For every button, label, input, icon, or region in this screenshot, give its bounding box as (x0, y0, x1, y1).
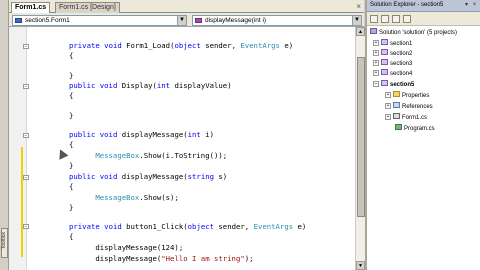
project-icon (381, 59, 388, 65)
class-combo-value: section5.Form1 (25, 17, 70, 24)
code-line: { (69, 232, 74, 241)
tree-item-label: Program.cs (404, 126, 435, 132)
solution-explorer-title: Solution Explorer - section5 ▾ × (367, 0, 480, 12)
toolbox-strip: Toolbox (0, 0, 9, 270)
navigation-bar: section5.Form1 ▼ displayMessage(int i) ▼ (9, 13, 364, 27)
code-line: displayMessage(124); (69, 243, 184, 252)
tree-item-project-active[interactable]: − section5 (373, 80, 414, 89)
tab-form1-cs[interactable]: Form1.cs (11, 2, 51, 13)
tree-item-label: Form1.cs (402, 115, 428, 121)
code-editor[interactable]: − − − − − private void Form1_Load(object… (9, 27, 355, 270)
outline-toggle[interactable]: − (23, 44, 29, 50)
chevron-down-icon[interactable]: ▼ (352, 16, 361, 25)
expand-icon[interactable]: + (373, 70, 379, 76)
tree-item-form1[interactable]: + Form1.cs (385, 113, 427, 122)
pin-icon[interactable]: ▾ (463, 2, 470, 9)
tree-item-label: Solution 'solution' (5 projects) (379, 30, 457, 36)
class-icon (15, 18, 22, 23)
refresh-icon[interactable] (392, 15, 400, 23)
properties-icon[interactable] (370, 15, 378, 23)
expand-icon[interactable]: + (385, 103, 391, 109)
project-icon (381, 80, 388, 86)
collapse-icon[interactable]: − (373, 81, 379, 87)
editor-gutter (9, 27, 27, 270)
expand-icon[interactable]: + (385, 114, 391, 120)
expand-icon[interactable]: + (385, 92, 391, 98)
code-line: displayMessage("Hello I am string"); (69, 254, 254, 263)
code-line: { (69, 91, 74, 100)
outline-toggle[interactable]: − (23, 133, 29, 139)
member-combo-value: displayMessage(int i) (205, 17, 267, 24)
outline-toggle[interactable]: − (23, 175, 29, 181)
mouse-cursor-icon (55, 147, 69, 160)
tree-item-project[interactable]: + section2 (373, 49, 412, 58)
solution-explorer: Solution Explorer - section5 ▾ × Solutio… (367, 0, 480, 270)
tree-item-project[interactable]: + section1 (373, 39, 412, 48)
tree-item-label: section2 (390, 51, 413, 57)
code-line: } (69, 71, 74, 80)
chevron-down-icon[interactable]: ▼ (177, 16, 186, 25)
project-icon (381, 69, 388, 75)
outline-toggle[interactable]: − (23, 224, 29, 230)
scroll-down-icon[interactable]: ▼ (356, 261, 365, 270)
code-line: } (69, 111, 74, 120)
document-tabs: Form1.cs Form1.cs [Design] × (9, 0, 364, 13)
tree-item-label: Properties (402, 93, 430, 99)
code-line: public void displayMessage(int i) (69, 130, 215, 139)
references-icon (393, 102, 400, 108)
outline-toggle[interactable]: − (23, 84, 29, 90)
tree-item-label: References (402, 104, 433, 110)
member-combo[interactable]: displayMessage(int i) ▼ (192, 15, 362, 26)
solution-explorer-title-text: Solution Explorer - section5 (370, 2, 444, 8)
code-line: { (69, 51, 74, 60)
code-line: public void Display(int displayValue) (69, 81, 232, 90)
code-line: } (69, 203, 74, 212)
tree-item-references[interactable]: + References (385, 102, 433, 111)
expand-icon[interactable]: + (373, 60, 379, 66)
project-icon (381, 39, 388, 45)
form-icon (393, 113, 400, 119)
close-icon[interactable]: × (471, 2, 478, 9)
code-line: { (69, 182, 74, 191)
folder-icon (393, 91, 400, 97)
code-line: private void Form1_Load(object sender, E… (69, 41, 294, 50)
code-line: MessageBox.Show(s); (95, 193, 179, 202)
code-line: } (69, 161, 74, 170)
tree-item-label: section1 (390, 41, 413, 47)
project-icon (381, 49, 388, 55)
tree-item-solution[interactable]: Solution 'solution' (5 projects) (370, 28, 457, 37)
solution-icon (370, 28, 377, 34)
tree-item-label: section5 (390, 82, 415, 88)
solution-explorer-toolbar (367, 12, 480, 26)
editor-scrollbar[interactable]: ▲ ▼ (355, 27, 365, 270)
tree-item-label: section3 (390, 61, 413, 67)
csharp-file-icon (395, 124, 402, 130)
tree-item-program[interactable]: Program.cs (395, 124, 435, 133)
scrollbar-thumb[interactable] (357, 57, 365, 217)
code-line: MessageBox.Show(i.ToString()); (95, 151, 228, 160)
method-icon (195, 18, 202, 23)
tree-item-project[interactable]: + section3 (373, 59, 412, 68)
code-line: public void displayMessage(string s) (69, 172, 228, 181)
show-all-files-icon[interactable] (381, 15, 389, 23)
view-code-icon[interactable] (403, 15, 411, 23)
scroll-up-icon[interactable]: ▲ (356, 27, 365, 36)
tab-form1-design[interactable]: Form1.cs [Design] (55, 2, 120, 13)
toolbox-label: Toolbox (1, 232, 7, 250)
tree-item-properties[interactable]: + Properties (385, 91, 429, 100)
code-line: private void button1_Click(object sender… (69, 222, 307, 231)
change-indicator (21, 147, 23, 257)
tree-item-label: section4 (390, 71, 413, 77)
close-icon[interactable]: × (356, 2, 361, 11)
code-line: { (69, 140, 74, 149)
class-combo[interactable]: section5.Form1 ▼ (12, 15, 187, 26)
tree-item-project[interactable]: + section4 (373, 69, 412, 78)
expand-icon[interactable]: + (373, 40, 379, 46)
expand-icon[interactable]: + (373, 50, 379, 56)
